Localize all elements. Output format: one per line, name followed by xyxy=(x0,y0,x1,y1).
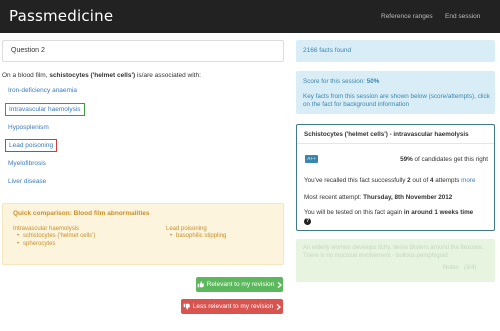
next-fact-preview[interactable]: An elderly women develops itchy, tense b… xyxy=(296,239,495,282)
facts-found-panel: 2166 facts found xyxy=(296,40,495,62)
help-icon[interactable]: ? xyxy=(304,218,311,225)
candidates-percent: 59% of candidates get this right xyxy=(400,156,488,163)
session-score-panel: Score for this session: 50% Key facts fr… xyxy=(296,71,495,114)
facts-found-count: 2166 facts found xyxy=(303,47,352,54)
option-liver-disease[interactable]: Liver disease xyxy=(8,178,46,185)
next-fact-score: (3/4) xyxy=(464,265,477,271)
comparison-right-heading: Lead poisoning xyxy=(166,226,207,232)
option-intravascular-haemolysis[interactable]: Intravascular haemolysis xyxy=(5,103,85,116)
next-fact-text: An elderly women develops itchy, tense b… xyxy=(303,245,484,259)
recent-attempt: Most recent attempt: Thursday, 8th Novem… xyxy=(304,194,453,201)
nav-end-session[interactable]: End session xyxy=(445,13,480,20)
chevron-right-icon xyxy=(277,281,283,288)
less-relevant-button[interactable]: Less relevant to my revision xyxy=(181,299,283,314)
key-facts-description: Key facts from this session are shown be… xyxy=(303,93,490,108)
prompt-keyword: schistocytes ('helmet cells') xyxy=(49,72,136,79)
fact-divider xyxy=(297,143,494,144)
comparison-right-column: Lead poisoning basophilic stippling xyxy=(166,226,226,241)
option-myelofibrosis[interactable]: Myelofibrosis xyxy=(8,160,46,167)
thumbs-down-icon xyxy=(183,303,190,310)
option-iron-deficiency-anaemia[interactable]: Iron-deficiency anaemia xyxy=(8,87,77,94)
next-test: You will be tested on this fact again in… xyxy=(304,209,474,216)
session-score: Score for this session: 50% xyxy=(303,78,380,85)
less-relevant-button-label: Less relevant to my revision xyxy=(192,303,274,310)
comparison-left-column: Intravascular haemolysis schistocytes ('… xyxy=(13,226,95,248)
recall-stats: You've recalled this fact successfully 2… xyxy=(304,177,476,184)
comparison-left-item: spherocytes xyxy=(13,241,95,249)
question-header: Question 2 xyxy=(2,40,284,62)
comparison-right-item: basophilic stippling xyxy=(166,233,226,241)
option-lead-poisoning[interactable]: Lead poisoning xyxy=(5,139,58,152)
score-value: 50% xyxy=(366,78,380,85)
top-navbar: Passmedicine Reference ranges End sessio… xyxy=(0,0,500,33)
difficulty-badge: A++ xyxy=(305,155,318,163)
option-hyposplenism[interactable]: Hyposplenism xyxy=(8,124,49,131)
quick-comparison-panel: Quick comparison: Blood film abnormaliti… xyxy=(2,203,284,265)
notes-link[interactable]: Notes xyxy=(443,265,459,271)
question-prompt: On a blood film, schistocytes ('helmet c… xyxy=(2,72,201,79)
brand-logo[interactable]: Passmedicine xyxy=(9,7,113,25)
comparison-left-heading: Intravascular haemolysis xyxy=(13,226,80,232)
fact-title[interactable]: Schistocytes ('helmet cells') - intravas… xyxy=(304,131,469,138)
comparison-title: Quick comparison: Blood film abnormaliti… xyxy=(13,210,150,217)
more-link[interactable]: more xyxy=(461,177,475,184)
question-number: Question 2 xyxy=(11,47,45,54)
chevron-right-icon xyxy=(276,303,282,310)
comparison-left-item: schistocytes ('helmet cells') xyxy=(13,233,95,241)
fact-card[interactable]: Schistocytes ('helmet cells') - intravas… xyxy=(296,124,495,231)
relevant-button[interactable]: Relevant to my revision xyxy=(196,277,283,292)
thumbs-up-icon xyxy=(197,281,204,288)
relevant-button-label: Relevant to my revision xyxy=(206,281,275,288)
nav-reference-ranges[interactable]: Reference ranges xyxy=(381,13,433,20)
